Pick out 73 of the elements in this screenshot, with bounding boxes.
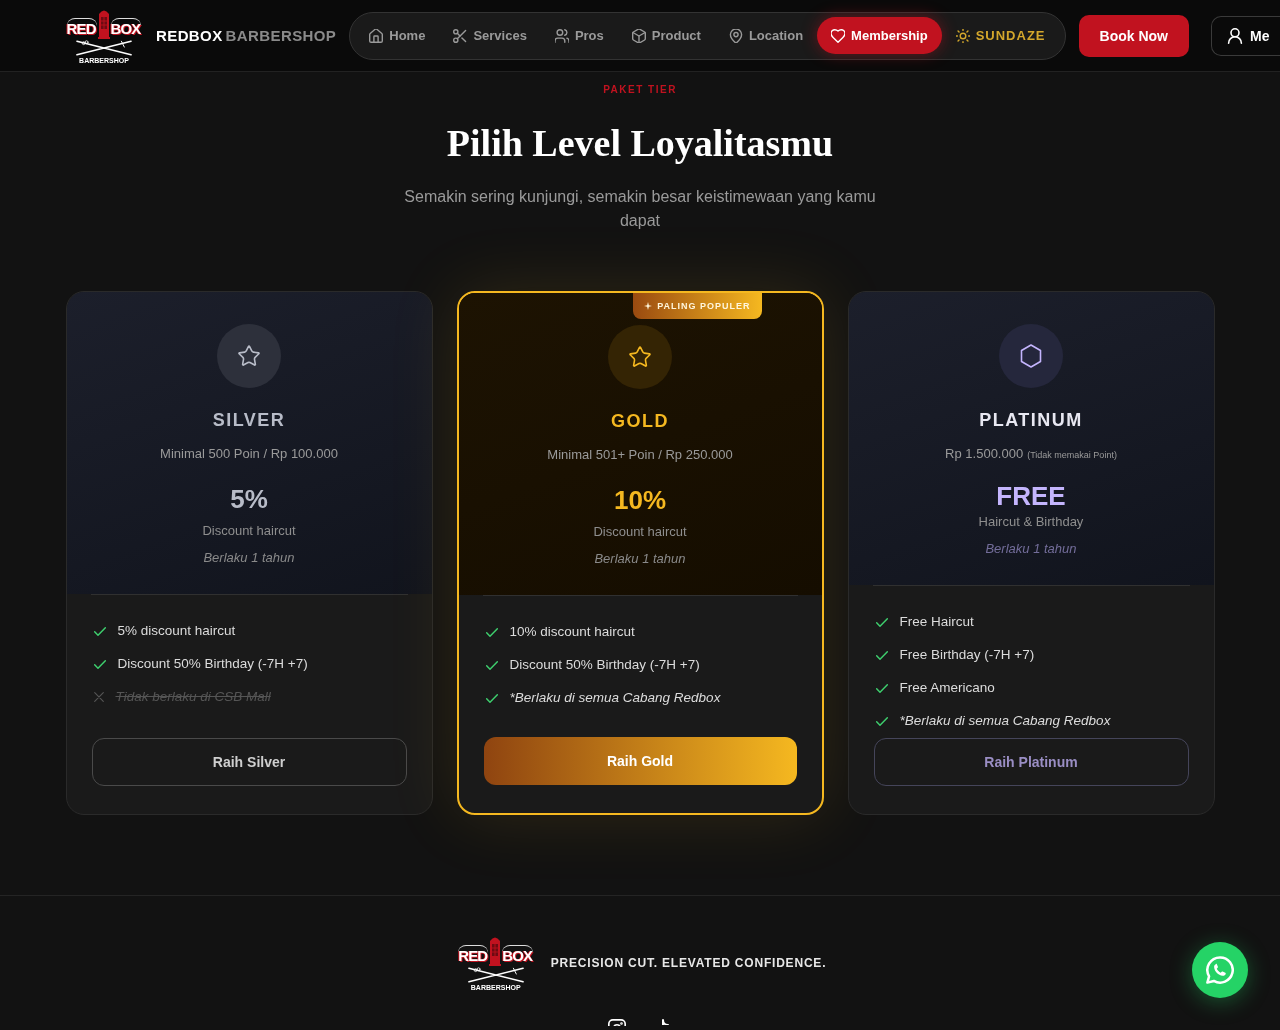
validity-text: Berlaku 1 tahun — [985, 540, 1077, 558]
nav-link[interactable]: SUNDAZE — [941, 17, 1060, 54]
logo-text: RED — [66, 18, 97, 40]
check-icon — [93, 626, 106, 636]
tier-requirement: Rp 1.500.000 — [945, 445, 1024, 463]
nav-link[interactable]: Services — [439, 17, 541, 54]
check-icon — [485, 693, 498, 703]
camera-icon — [608, 1019, 626, 1026]
map-pin-icon — [728, 28, 743, 43]
tier-requirement: Minimal 501+ Poin / Rp 250.000 — [547, 446, 733, 464]
logo-text: BOX — [110, 18, 142, 40]
check-icon — [485, 660, 498, 670]
feature-text: Discount 50% Birthday (-7H +7) — [117, 655, 308, 673]
check-icon — [485, 627, 498, 637]
logo-text: BOX — [502, 945, 534, 967]
tier-name: SILVER — [212, 409, 286, 432]
book-now-button[interactable]: Book Now — [1078, 14, 1189, 57]
benefit-caption: Discount haircut — [593, 523, 687, 541]
nav-link[interactable]: Home — [355, 17, 440, 54]
cross-icon — [93, 692, 104, 702]
tier-button[interactable]: Raih Gold — [483, 737, 797, 785]
user-icon — [1226, 27, 1243, 44]
crossed-blades-icon — [75, 40, 133, 56]
feature-text: Discount 50% Birthday (-7H +7) — [509, 656, 700, 674]
tier-button[interactable]: Raih Platinum — [873, 738, 1189, 786]
tier-name: PLATINUM — [979, 409, 1083, 432]
badge-text: PALING POPULER — [657, 301, 751, 311]
sun-icon — [955, 28, 970, 43]
check-icon — [875, 617, 888, 627]
check-icon — [875, 683, 888, 693]
check-icon — [93, 659, 106, 669]
feature-text: *Berlaku di semua Cabang Redbox — [899, 712, 1111, 730]
account-button[interactable]: Me — [1210, 15, 1280, 56]
section-title: Pilih Level Loyalitasmu — [446, 121, 834, 166]
feature-text: Free Haircut — [899, 613, 974, 631]
nav-link[interactable]: Membership — [817, 17, 942, 54]
check-icon — [875, 716, 888, 726]
section-eyebrow: PAKET TIER — [603, 83, 677, 97]
cube-icon — [631, 28, 646, 43]
chat-button[interactable] — [1192, 942, 1248, 998]
brand-subtitle: BARBERSHOP — [225, 25, 337, 46]
nav-link[interactable]: Pros — [540, 17, 618, 54]
users-icon — [554, 28, 569, 43]
check-icon — [875, 650, 888, 660]
tier-button[interactable]: Raih Silver — [91, 738, 407, 786]
sparkle-icon — [644, 302, 653, 310]
benefit-value: FREE — [996, 480, 1066, 513]
validity-text: Berlaku 1 tahun — [203, 549, 295, 567]
crossed-blades-icon — [466, 967, 525, 983]
logo-text: RED — [458, 945, 489, 967]
footer-tagline: PRECISION CUT. ELEVATED CONFIDENCE. — [550, 955, 827, 970]
brand-name: REDBOX — [156, 25, 223, 46]
phone-bubble-icon — [1206, 956, 1234, 984]
heart-icon — [831, 28, 846, 43]
nav-link[interactable]: Location — [714, 17, 818, 54]
requirement-note: (Tidak memakai Point) — [1027, 449, 1117, 462]
validity-text: Berlaku 1 tahun — [594, 550, 686, 568]
feature-text: 5% discount haircut — [117, 622, 236, 640]
house-icon — [369, 28, 384, 43]
section-subtitle: Semakin sering kunjungi, semakin besar keistimewaan yang kamu dapat — [403, 187, 877, 231]
feature-text: *Berlaku di semua Cabang Redbox — [509, 689, 721, 707]
feature-text: Free Americano — [899, 679, 995, 697]
benefit-caption: Discount haircut — [202, 522, 296, 540]
benefit-caption: Haircut & Birthday — [978, 513, 1084, 531]
feature-text: Tidak berlaku di CSB Mall — [115, 688, 271, 706]
benefit-value: 5% — [230, 483, 268, 516]
tier-requirement: Minimal 500 Poin / Rp 100.000 — [160, 445, 338, 463]
nav-link[interactable]: Product — [617, 17, 715, 54]
scissors-icon — [453, 28, 468, 43]
feature-text: Free Birthday (-7H +7) — [899, 646, 1035, 664]
tier-name: GOLD — [611, 410, 669, 433]
benefit-value: 10% — [613, 484, 666, 517]
feature-text: 10% discount haircut — [509, 623, 635, 641]
